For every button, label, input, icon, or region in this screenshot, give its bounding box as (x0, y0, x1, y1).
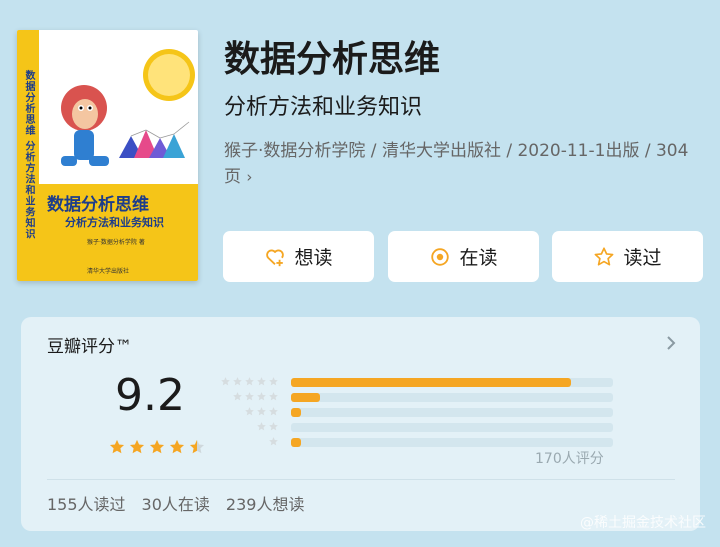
cover-spine-text: 数据分析思维 分析方法和业务知识 (23, 70, 34, 240)
rating-row-4-star (220, 391, 620, 403)
watermark: @稀土掘金技术社区 (580, 515, 706, 531)
want-to-read-label: 想读 (294, 247, 333, 269)
readers-want[interactable]: 239人想读 (226, 491, 305, 515)
rating-bar-fill (291, 378, 572, 387)
rating-bar-track (291, 378, 613, 387)
rating-stars (108, 438, 206, 456)
book-meta[interactable]: 猴子·数据分析学院 / 清华大学出版社 / 2020-11-1出版 / 304页… (224, 138, 704, 190)
book-cover[interactable]: 数据分析思维 分析方法和业务知识 数据分析思维 分析方法和业务知识 猴子·数据分… (17, 30, 198, 281)
star-icon (233, 392, 242, 401)
have-read-button[interactable]: 读过 (552, 231, 703, 282)
rating-row-1-star (220, 436, 620, 448)
reading-dot-icon (431, 247, 450, 266)
chevron-right-icon: › (246, 168, 253, 186)
readers-read[interactable]: 155人读过 (47, 491, 126, 515)
reading-button[interactable]: 在读 (388, 231, 539, 282)
star-icon (257, 377, 266, 386)
star-icon (257, 392, 266, 401)
row-stars (256, 421, 279, 432)
star-outline-icon (595, 246, 614, 266)
cover-illustration (61, 49, 195, 166)
reading-label: 在读 (459, 247, 498, 269)
chevron-right-icon[interactable] (664, 333, 678, 353)
cover-subtitle: 分析方法和业务知识 (65, 216, 164, 229)
star-icon (269, 377, 278, 386)
star-icon (245, 392, 254, 401)
star-icon (269, 392, 278, 401)
rating-bar-track (291, 438, 613, 447)
star-icon (149, 439, 165, 454)
star-icon (257, 407, 266, 416)
rating-bar-fill (291, 438, 301, 447)
star-icon (269, 407, 278, 416)
rating-card[interactable]: 豆瓣评分™ 9.2 170人评分 155人读过 30人在读 239人想读 (21, 317, 700, 531)
rating-row-5-star (220, 376, 620, 388)
star-icon (221, 377, 230, 386)
heart-plus-icon (266, 249, 285, 266)
rating-bar-track (291, 408, 613, 417)
book-meta-text: 猴子·数据分析学院 / 清华大学出版社 / 2020-11-1出版 / 304页 (224, 141, 689, 187)
want-to-read-button[interactable]: 想读 (223, 231, 374, 282)
book-title: 数据分析思维 (224, 39, 441, 80)
divider (47, 479, 675, 480)
star-icon (169, 439, 185, 454)
rating-bar-fill (291, 408, 301, 417)
reader-stats: 155人读过 30人在读 239人想读 (47, 491, 304, 515)
star-icon (245, 407, 254, 416)
row-stars (268, 436, 279, 447)
star-icon (245, 377, 254, 386)
rating-bar-track (291, 423, 613, 432)
rating-bar-fill (291, 393, 320, 402)
star-icon (129, 439, 145, 454)
row-stars (220, 376, 279, 387)
rating-label: 豆瓣评分™ (47, 337, 132, 357)
rating-row-3-star (220, 406, 620, 418)
rating-bar-track (291, 393, 613, 402)
rating-count[interactable]: 170人评分 (535, 448, 604, 468)
star-icon (189, 439, 205, 454)
cover-author: 猴子·数据分析学院 著 (87, 239, 145, 246)
cover-title: 数据分析思维 (47, 195, 149, 215)
have-read-label: 读过 (623, 247, 662, 269)
star-icon (257, 422, 266, 431)
star-icon (269, 422, 278, 431)
cover-publisher: 清华大学出版社 (87, 268, 130, 275)
star-icon (269, 437, 278, 446)
readers-reading[interactable]: 30人在读 (142, 491, 210, 515)
rating-row-2-star (220, 421, 620, 433)
star-icon (109, 439, 125, 454)
rating-score: 9.2 (115, 370, 185, 421)
star-icon (233, 377, 242, 386)
row-stars (244, 406, 279, 417)
book-subtitle: 分析方法和业务知识 (224, 95, 423, 120)
row-stars (232, 391, 279, 402)
